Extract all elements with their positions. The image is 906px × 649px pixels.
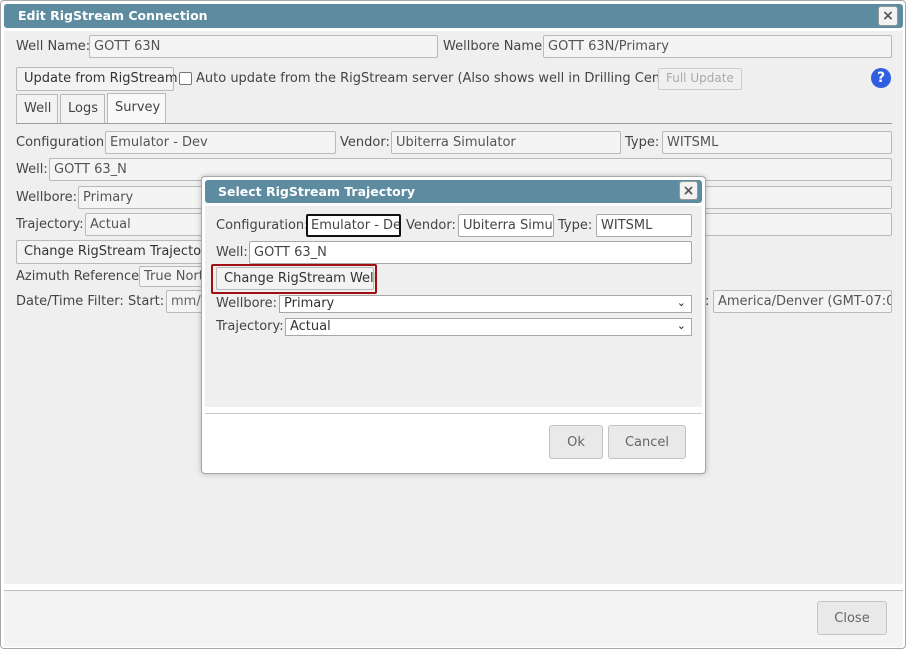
wellbore-label: Wellbore: [16, 190, 77, 205]
modal-trajectory-selected: Actual [290, 319, 331, 334]
modal-configuration-label: Configuration: [216, 218, 309, 233]
cancel-button[interactable]: Cancel [608, 425, 686, 459]
well-name-label: Well Name: [16, 39, 91, 54]
dialog-title: Edit RigStream Connection [4, 4, 903, 28]
chevron-down-icon: ⌄ [676, 296, 686, 309]
start-date-field[interactable]: mm/ [166, 290, 206, 313]
modal-type-input[interactable]: WITSML [596, 214, 692, 237]
vendor-label: Vendor: [340, 135, 390, 150]
select-trajectory-modal: Select RigStream Trajectory × Configurat… [201, 176, 706, 474]
modal-wellbore-select[interactable]: Primary ⌄ [279, 295, 692, 313]
modal-wellbore-label: Wellbore: [216, 296, 277, 311]
type-label: Type: [625, 135, 660, 150]
configuration-field[interactable]: Emulator - Dev [105, 131, 336, 154]
well-label: Well: [16, 162, 48, 177]
auto-update-checkbox[interactable] [179, 72, 192, 85]
azimuth-reference-label: Azimuth Reference: [16, 269, 144, 284]
chevron-down-icon: ⌄ [676, 319, 686, 332]
change-rigstream-trajectory-button[interactable]: Change RigStream Trajectory [16, 240, 214, 264]
update-from-rigstream-button[interactable]: Update from RigStream [16, 67, 178, 91]
highlight-box [211, 264, 377, 294]
modal-vendor-input[interactable]: Ubiterra Simul [458, 214, 554, 237]
wellbore-name-label: Wellbore Name: [443, 39, 547, 54]
wellbore-name-field[interactable]: GOTT 63N/Primary [543, 35, 892, 58]
close-button[interactable]: Close [817, 601, 887, 635]
configuration-label: Configuration: [16, 135, 109, 150]
type-field[interactable]: WITSML [662, 131, 892, 154]
timezone-field[interactable]: America/Denver (GMT-07:00 [713, 290, 892, 313]
modal-title: Select RigStream Trajectory [205, 180, 702, 203]
start-label: Start: [128, 294, 165, 309]
modal-configuration-input[interactable]: Emulator - Dev [306, 214, 401, 237]
trajectory-label: Trajectory: [16, 217, 84, 232]
tab-well[interactable]: Well [16, 94, 58, 123]
ok-button[interactable]: Ok [549, 425, 603, 459]
tab-logs[interactable]: Logs [60, 94, 105, 123]
full-update-button[interactable]: Full Update [658, 68, 742, 90]
vendor-field[interactable]: Ubiterra Simulator [391, 131, 621, 154]
dialog-footer [4, 590, 903, 647]
tab-survey[interactable]: Survey [107, 93, 166, 123]
modal-trajectory-select[interactable]: Actual ⌄ [285, 318, 692, 336]
modal-trajectory-label: Trajectory: [216, 319, 284, 334]
help-icon[interactable]: ? [871, 68, 891, 88]
modal-vendor-label: Vendor: [406, 218, 456, 233]
tab-divider [16, 123, 892, 124]
azimuth-reference-select[interactable]: True North [139, 266, 204, 287]
close-icon[interactable]: × [878, 6, 898, 26]
datetime-filter-label: Date/Time Filter: [16, 294, 124, 309]
modal-wellbore-selected: Primary [284, 296, 335, 311]
auto-update-label: Auto update from the RigStream server (A… [196, 71, 684, 86]
close-icon[interactable]: × [679, 181, 698, 200]
well-name-field[interactable]: GOTT 63N [89, 35, 438, 58]
modal-well-input[interactable]: GOTT 63_N [249, 241, 692, 264]
modal-well-label: Well: [216, 245, 248, 260]
modal-type-label: Type: [558, 218, 593, 233]
